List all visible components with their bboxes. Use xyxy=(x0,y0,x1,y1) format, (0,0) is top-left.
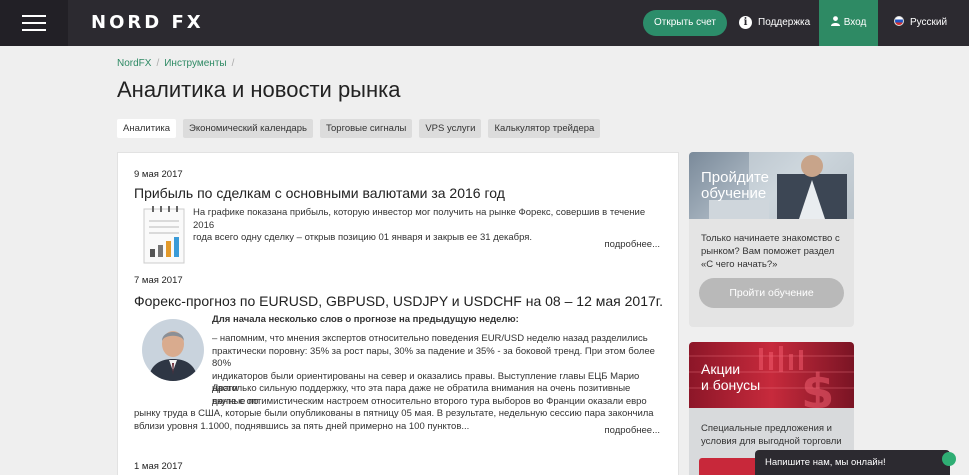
news-date: 9 мая 2017 xyxy=(134,169,183,180)
bonus-description: Специальные предложения и условия для вы… xyxy=(701,423,842,447)
logo-part1: NORD xyxy=(91,12,163,33)
language-selector[interactable]: Русский xyxy=(894,0,947,46)
bonus-title-line: и бонусы xyxy=(701,377,761,393)
page-title: Аналитика и новости рынка xyxy=(117,77,401,102)
news-text-line: года всего одну сделку – открыв позицию … xyxy=(193,232,533,243)
education-description: Только начинаете знакомство с рынком? Ва… xyxy=(701,233,840,270)
svg-text:$: $ xyxy=(801,364,834,408)
bonus-title-line: Акции xyxy=(701,361,741,377)
breadcrumb-item-nordfx[interactable]: NordFX xyxy=(117,58,151,69)
open-account-button[interactable]: Открыть счет xyxy=(643,10,727,36)
user-icon xyxy=(830,16,840,27)
news-date: 1 мая 2017 xyxy=(134,461,183,472)
language-label: Русский xyxy=(910,17,948,28)
breadcrumb-separator: / xyxy=(156,58,160,69)
tab-trading-signals[interactable]: Торговые сигналы xyxy=(319,119,413,138)
breadcrumb-separator: / xyxy=(231,58,235,69)
bonus-title: Акции и бонусы xyxy=(701,361,760,393)
breadcrumb-item-instruments[interactable]: Инструменты xyxy=(164,58,226,69)
tab-economic-calendar[interactable]: Экономический календарь xyxy=(183,119,313,138)
breadcrumb: NordFX / Инструменты / xyxy=(117,58,239,69)
news-date: 7 мая 2017 xyxy=(134,275,183,286)
live-chat-widget[interactable]: Напишите нам, мы онлайн! xyxy=(755,450,956,475)
education-title-line: Пройдите xyxy=(701,169,770,186)
logo[interactable]: NORD FX xyxy=(91,12,204,33)
read-more-link[interactable]: подробнее... xyxy=(604,239,660,250)
news-text-line: настолько сильную поддержку, что эта пар… xyxy=(212,383,631,407)
menu-icon[interactable] xyxy=(0,0,68,46)
bonus-banner[interactable]: $ Акции и бонусы xyxy=(689,342,854,408)
author-photo xyxy=(142,319,204,381)
read-more-link[interactable]: подробнее... xyxy=(604,425,660,436)
news-excerpt: На графике показана прибыль, которую инв… xyxy=(193,207,663,245)
take-course-button[interactable]: Пройти обучение xyxy=(699,278,844,308)
support-label: Поддержка xyxy=(758,17,811,28)
education-title-line: обучение xyxy=(701,185,767,202)
chat-label: Напишите нам, мы онлайн! xyxy=(765,457,886,468)
section-tabs: Аналитика Экономический календарь Торгов… xyxy=(117,119,601,138)
support-link[interactable]: i Поддержка xyxy=(739,0,810,46)
news-lead: Для начала несколько слов о прогнозе на … xyxy=(212,314,519,325)
news-title[interactable]: Прибыль по сделкам с основными валютами … xyxy=(134,185,505,201)
education-banner[interactable]: Пройдите обучение xyxy=(689,152,854,219)
education-title: Пройдите обучение xyxy=(701,170,769,202)
news-excerpt-continued: настолько сильную поддержку, что эта пар… xyxy=(134,383,664,433)
chat-status-icon xyxy=(942,452,956,466)
tab-analytics[interactable]: Аналитика xyxy=(117,119,177,138)
logo-part2: FX xyxy=(171,12,204,33)
login-label: Вход xyxy=(843,17,867,28)
login-button[interactable]: Вход xyxy=(819,0,878,46)
news-text-line: – напомним, что мнения экспертов относит… xyxy=(212,333,648,344)
tab-trader-calculator[interactable]: Калькулятор трейдера xyxy=(488,119,601,138)
bonus-button[interactable] xyxy=(699,458,759,475)
news-text-line: практически поровну: 35% за рост пары, 3… xyxy=(212,345,655,370)
news-text-line: На графике показана прибыль, которую инв… xyxy=(193,207,646,231)
info-icon: i xyxy=(739,15,752,29)
chart-document-icon xyxy=(143,206,185,264)
news-text-line: вблизи уровня 1.1000, поднявшись за пять… xyxy=(134,420,470,432)
tab-vps[interactable]: VPS услуги xyxy=(419,119,482,138)
news-list: 9 мая 2017 Прибыль по сделкам с основным… xyxy=(117,152,679,475)
education-promo-card: Пройдите обучение Только начинаете знако… xyxy=(689,152,854,327)
top-navbar: NORD FX Открыть счет i Поддержка Вход Рус… xyxy=(0,0,969,46)
news-text-line: рынку труда в США, которые были опублико… xyxy=(134,408,654,419)
russian-flag-icon xyxy=(894,16,904,27)
news-title[interactable]: Форекс-прогноз по EURUSD, GBPUSD, USDJPY… xyxy=(134,293,663,309)
